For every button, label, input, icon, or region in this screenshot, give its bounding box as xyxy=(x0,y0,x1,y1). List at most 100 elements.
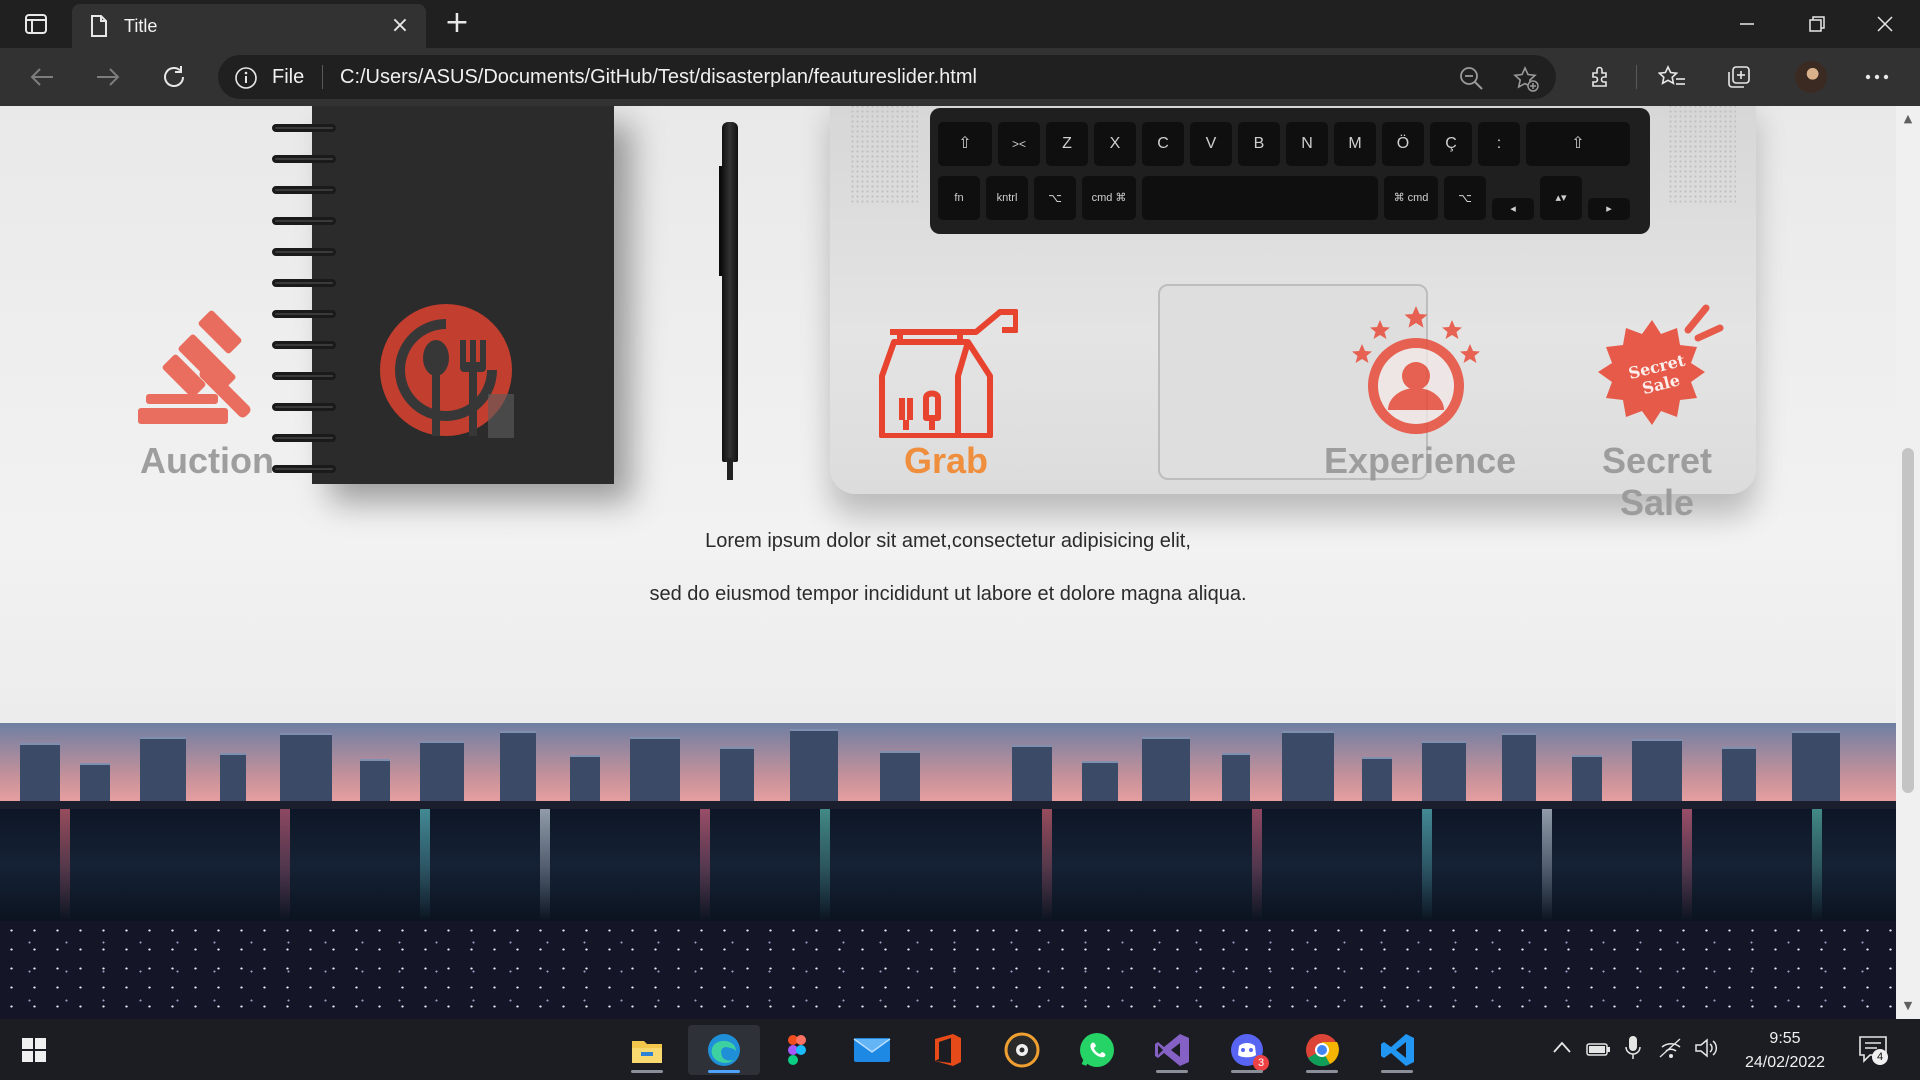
music-player-icon[interactable] xyxy=(992,1025,1052,1075)
notebook-spiral xyxy=(272,341,336,349)
discord-icon[interactable]: 3 xyxy=(1217,1025,1277,1075)
close-tab-icon[interactable]: × xyxy=(388,14,412,38)
key: ⇧ xyxy=(1526,122,1630,166)
key: >< xyxy=(998,122,1040,166)
key: Ç xyxy=(1430,122,1472,166)
feature-label: Experience xyxy=(1324,440,1517,481)
takeaway-bag-icon xyxy=(879,309,1018,438)
key: kntrl xyxy=(986,176,1028,220)
space-key xyxy=(1142,176,1378,220)
address-url[interactable]: C:/Users/ASUS/Documents/GitHub/Test/disa… xyxy=(340,66,977,89)
key: fn xyxy=(938,176,980,220)
add-favorite-icon[interactable] xyxy=(1512,65,1540,93)
key: X xyxy=(1094,122,1136,166)
city-skyline-banner xyxy=(0,723,1896,1019)
notebook-spiral xyxy=(272,155,336,163)
toolbar-divider xyxy=(1636,65,1637,89)
key: Z xyxy=(1046,122,1088,166)
notification-center-icon[interactable]: 4 xyxy=(1858,1035,1888,1067)
discord-notification-badge: 3 xyxy=(1253,1055,1269,1071)
page-scrollbar[interactable]: ▲ ▼ xyxy=(1896,106,1920,1019)
battery-icon[interactable] xyxy=(1586,1041,1612,1061)
key: ⌥ xyxy=(1444,176,1486,220)
feature-label: Grab xyxy=(903,440,989,481)
volume-icon[interactable] xyxy=(1694,1037,1720,1063)
key: cmd ⌘ xyxy=(1082,176,1136,220)
key: ⌘ cmd xyxy=(1384,176,1438,220)
browser-titlebar: Title × + xyxy=(0,0,1920,48)
page-viewport: ⇧ >< Z X C V B N M Ö Ç : ⇧ fn kntrl ⌥ cm… xyxy=(0,106,1896,1019)
start-icon[interactable] xyxy=(4,1025,64,1075)
tab-actions-icon[interactable] xyxy=(18,10,54,38)
favorites-icon[interactable] xyxy=(1655,61,1689,93)
collections-icon[interactable] xyxy=(1722,61,1756,93)
pen-image xyxy=(722,122,738,462)
notebook-spiral xyxy=(272,124,336,132)
key: N xyxy=(1286,122,1328,166)
city-image xyxy=(982,723,1896,1019)
profile-avatar[interactable] xyxy=(1795,61,1827,93)
new-tab-button[interactable]: + xyxy=(440,8,474,40)
visual-studio-icon[interactable] xyxy=(1142,1025,1202,1075)
site-info-icon[interactable] xyxy=(234,66,258,90)
key: ◂ xyxy=(1492,198,1534,220)
close-window-icon[interactable] xyxy=(1850,0,1920,48)
key: ▴▾ xyxy=(1540,176,1582,220)
notebook-spiral xyxy=(272,372,336,380)
scroll-down-icon[interactable]: ▼ xyxy=(1901,999,1915,1013)
extensions-icon[interactable] xyxy=(1584,61,1618,93)
office-icon[interactable] xyxy=(917,1025,977,1075)
edge-icon[interactable] xyxy=(688,1025,760,1075)
restaurant-icon xyxy=(380,304,514,438)
key: : xyxy=(1478,122,1520,166)
microphone-icon[interactable] xyxy=(1625,1035,1641,1065)
wifi-icon[interactable] xyxy=(1658,1037,1684,1063)
key: C xyxy=(1142,122,1184,166)
description-line: sed do eiusmod tempor incididunt ut labo… xyxy=(649,583,1247,605)
keyboard: ⇧ >< Z X C V B N M Ö Ç : ⇧ fn kntrl ⌥ cm… xyxy=(930,108,1650,234)
browser-toolbar: File C:/Users/ASUS/Documents/GitHub/Test… xyxy=(0,48,1920,106)
whatsapp-icon[interactable] xyxy=(1067,1025,1127,1075)
file-explorer-icon[interactable] xyxy=(617,1025,677,1075)
key: Ö xyxy=(1382,122,1424,166)
browser-tab[interactable]: Title × xyxy=(72,4,426,48)
vscode-icon[interactable] xyxy=(1367,1025,1427,1075)
key: B xyxy=(1238,122,1280,166)
notebook-spiral xyxy=(272,217,336,225)
notebook-spiral xyxy=(272,186,336,194)
minimize-icon[interactable] xyxy=(1712,0,1782,48)
feature-label: Auction xyxy=(140,440,274,481)
mail-icon[interactable] xyxy=(842,1025,902,1075)
chrome-icon[interactable] xyxy=(1292,1025,1352,1075)
zoom-out-icon[interactable] xyxy=(1458,65,1484,91)
feature-slider-hero: ⇧ >< Z X C V B N M Ö Ç : ⇧ fn kntrl ⌥ cm… xyxy=(0,106,1896,723)
figma-icon[interactable] xyxy=(767,1025,827,1075)
page-document-icon xyxy=(88,15,110,37)
key: V xyxy=(1190,122,1232,166)
system-clock[interactable]: 9:55 24/02/2022 xyxy=(1730,1027,1840,1075)
address-bar[interactable]: File C:/Users/ASUS/Documents/GitHub/Test… xyxy=(218,55,1556,99)
show-hidden-icons-icon[interactable] xyxy=(1552,1039,1572,1058)
notebook-spiral xyxy=(272,310,336,318)
key: M xyxy=(1334,122,1376,166)
scrollbar-thumb[interactable] xyxy=(1902,448,1914,793)
speaker-grille xyxy=(850,106,918,204)
clock-time: 9:55 xyxy=(1769,1030,1801,1047)
speaker-grille xyxy=(1668,106,1736,204)
refresh-icon[interactable] xyxy=(156,61,192,93)
forward-icon[interactable] xyxy=(90,61,126,93)
city-image xyxy=(0,723,982,1019)
more-menu-icon[interactable] xyxy=(1860,61,1894,93)
restore-icon[interactable] xyxy=(1782,0,1852,48)
feature-label: Secret Sale xyxy=(1601,440,1713,523)
notification-count-badge: 4 xyxy=(1872,1049,1888,1065)
address-scheme-label: File xyxy=(272,66,305,88)
gavel-icon xyxy=(138,310,251,424)
address-separator xyxy=(322,65,323,89)
pen-tip xyxy=(727,458,733,480)
key: ⇧ xyxy=(938,122,992,166)
windows-taskbar: 3 9:55 24/02/2022 4 xyxy=(0,1019,1920,1080)
scroll-up-icon[interactable]: ▲ xyxy=(1901,112,1915,126)
back-icon[interactable] xyxy=(24,61,60,93)
notebook-spiral xyxy=(272,403,336,411)
